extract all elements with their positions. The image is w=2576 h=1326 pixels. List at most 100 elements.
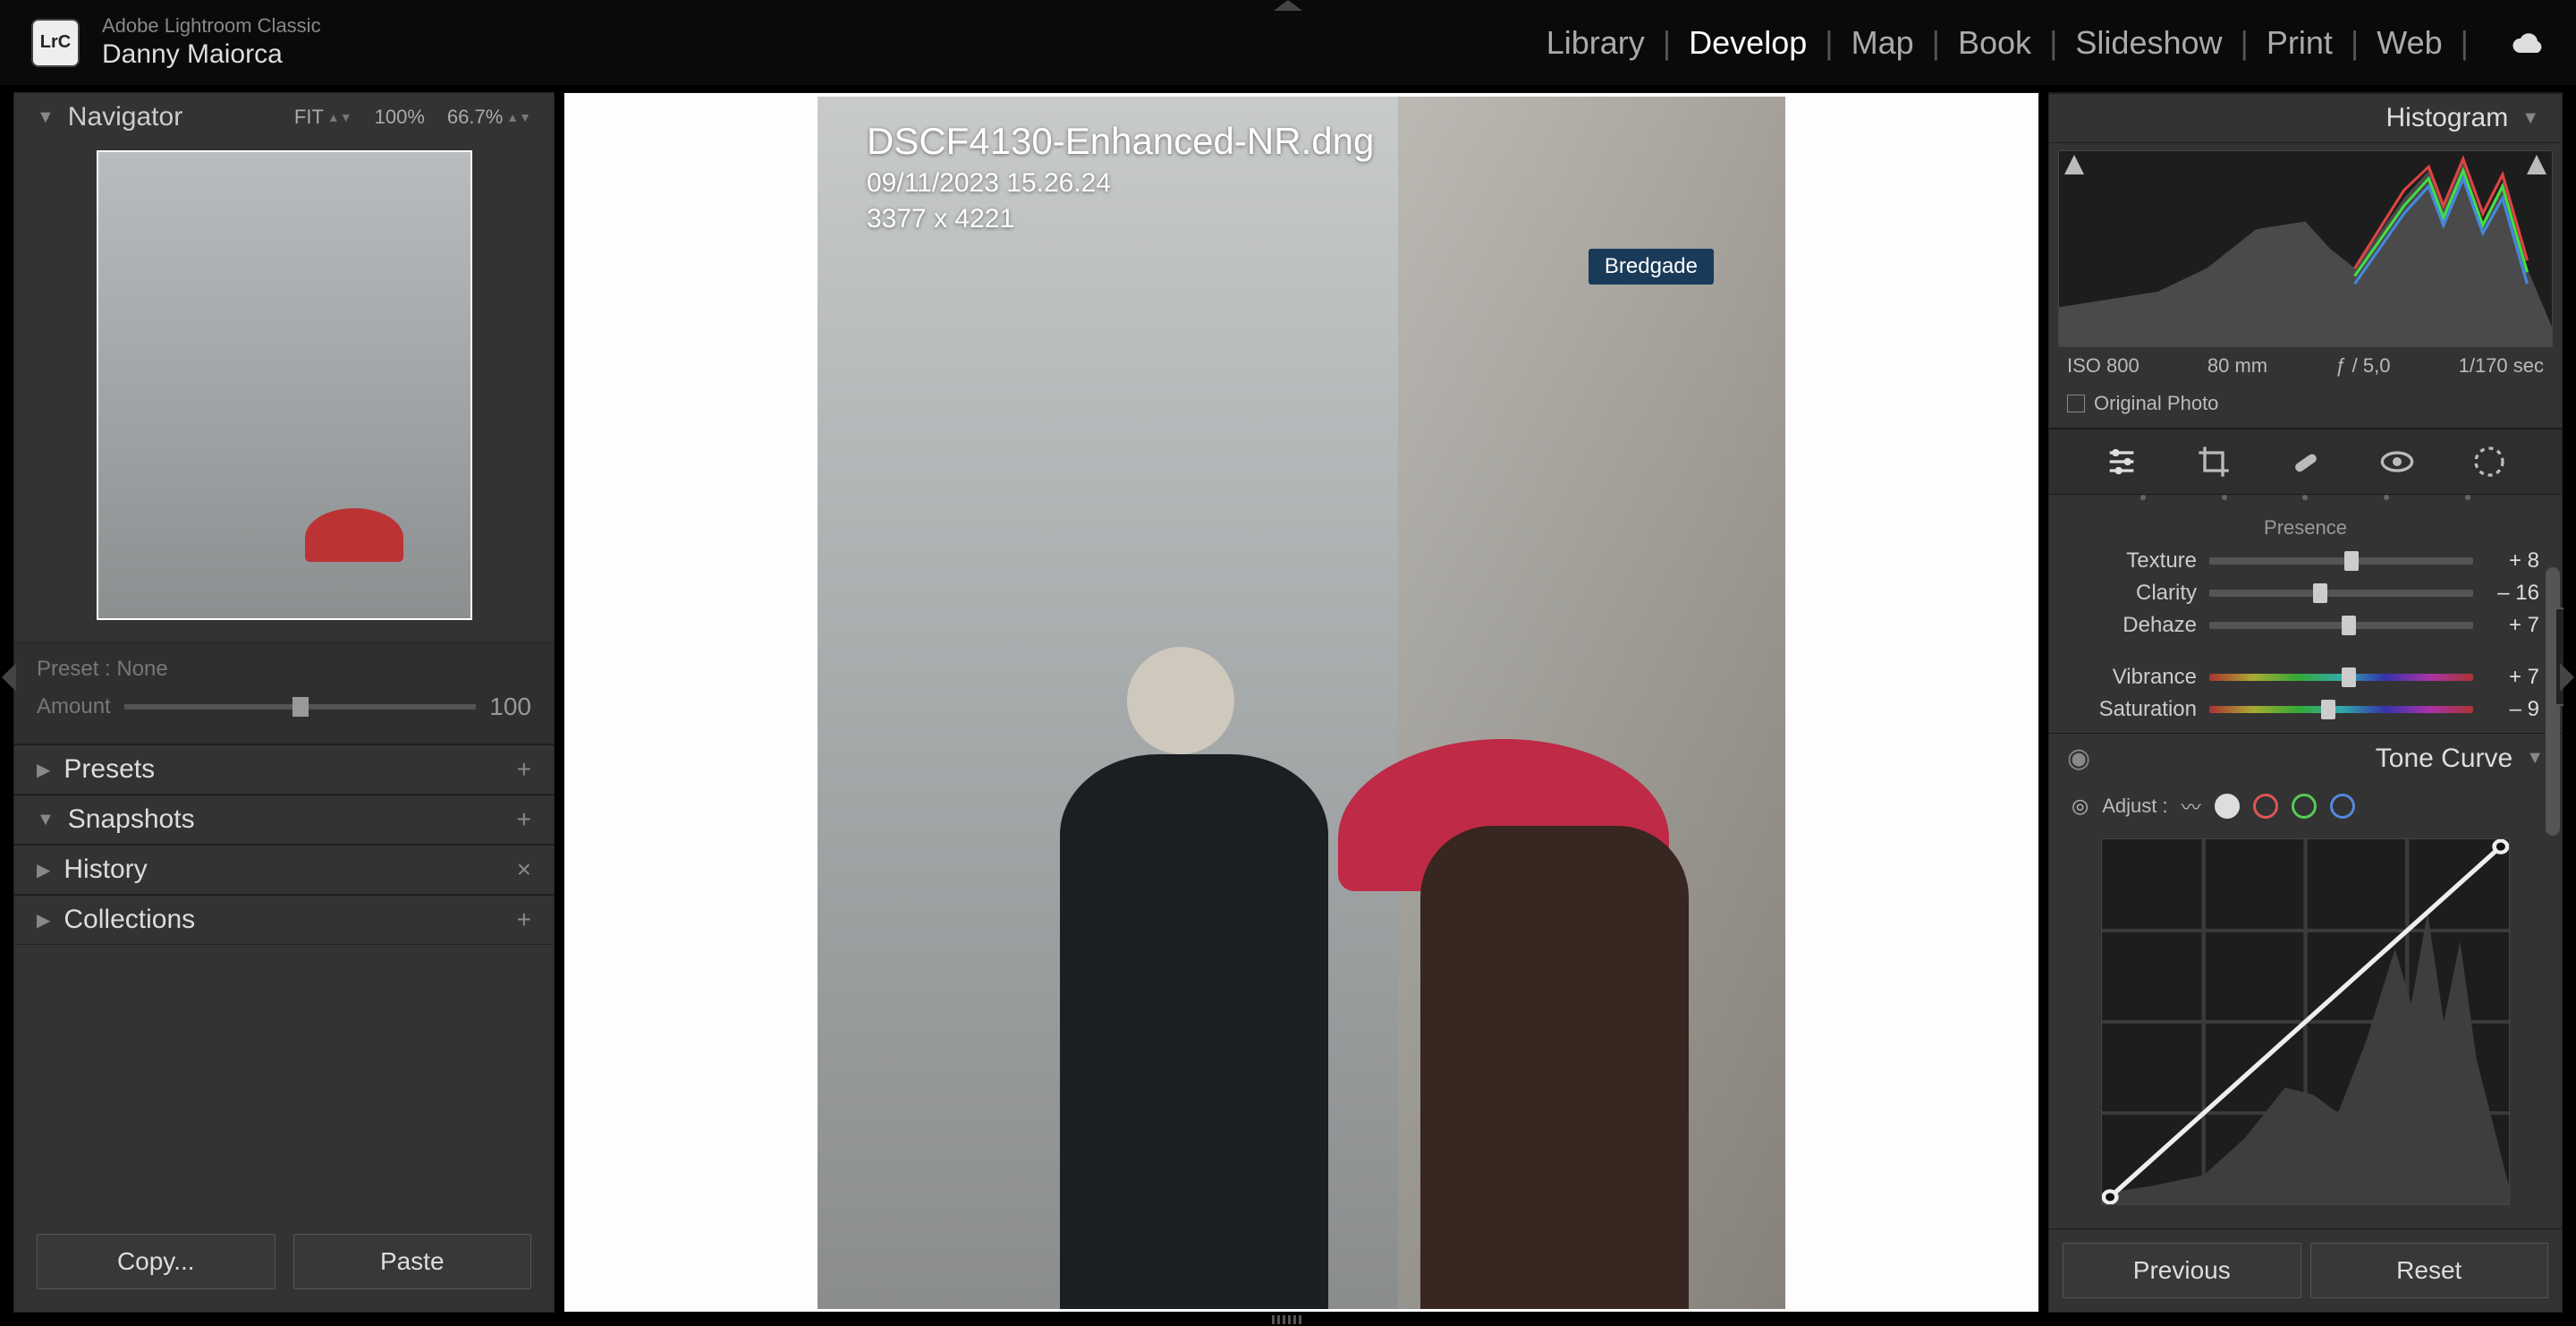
collapse-bottom-icon[interactable] <box>1272 1315 1304 1324</box>
exif-iso: ISO 800 <box>2067 354 2140 378</box>
crop-icon[interactable] <box>2196 444 2232 480</box>
slider-value[interactable]: + 7 <box>2486 613 2539 638</box>
edit-sliders-icon[interactable] <box>2104 444 2140 480</box>
collapse-top-icon[interactable] <box>1274 0 1302 11</box>
copy-button[interactable]: Copy... <box>37 1234 275 1289</box>
left-panel: ▼ Navigator FIT▲▼ 100% 66.7%▲▼ Preset : … <box>13 92 555 1313</box>
zoom-custom[interactable]: 66.7%▲▼ <box>447 106 531 129</box>
cloud-sync-icon[interactable] <box>2509 30 2545 55</box>
exif-aperture: ƒ / 5,0 <box>2335 354 2390 378</box>
collapse-left-icon[interactable] <box>2 663 16 692</box>
exif-row: ISO 800 80 mm ƒ / 5,0 1/170 sec <box>2049 347 2562 385</box>
chevron-down-icon: ▼ <box>2521 108 2539 129</box>
module-print[interactable]: Print <box>2267 24 2333 62</box>
reset-button[interactable]: Reset <box>2310 1243 2549 1298</box>
parametric-curve-icon[interactable]: 〰 <box>2182 792 2201 820</box>
module-map[interactable]: Map <box>1852 24 1914 62</box>
collections-section[interactable]: ▶ Collections + <box>14 895 554 945</box>
history-section[interactable]: ▶ History × <box>14 845 554 895</box>
chevron-right-icon: ▶ <box>37 859 50 881</box>
rgb-channel[interactable] <box>2215 794 2240 819</box>
section-label: Snapshots <box>68 804 195 835</box>
section-label: Presets <box>64 754 155 785</box>
slider-value[interactable]: + 8 <box>2486 548 2539 574</box>
original-photo-label: Original Photo <box>2094 392 2218 415</box>
module-slideshow[interactable]: Slideshow <box>2075 24 2222 62</box>
collapse-right-icon[interactable] <box>2560 663 2574 692</box>
amount-value: 100 <box>489 693 531 721</box>
image-dimensions: 3377 x 4221 <box>867 204 1374 234</box>
previous-button[interactable]: Previous <box>2063 1243 2301 1298</box>
tone-curve-header[interactable]: ◉ Tone Curve ▼ <box>2049 733 2562 783</box>
right-panel: Histogram ▼ ISO 800 80 mm ƒ / 5,0 1/170 … <box>2048 92 2563 1313</box>
street-sign-text: Bredgade <box>1589 249 1714 285</box>
slider-label: Clarity <box>2072 581 2197 606</box>
texture-slider[interactable]: Texture + 8 <box>2072 548 2539 574</box>
chevron-down-icon: ▼ <box>37 810 55 830</box>
redeye-icon[interactable] <box>2379 444 2415 480</box>
image-datetime: 09/11/2023 15.26.24 <box>867 168 1374 199</box>
slider-value[interactable]: + 7 <box>2486 665 2539 690</box>
paste-button[interactable]: Paste <box>293 1234 532 1289</box>
image-viewport[interactable]: Bredgade DSCF4130-Enhanced-NR.dng 09/11/… <box>564 92 2039 1313</box>
section-label: History <box>64 854 147 885</box>
module-library[interactable]: Library <box>1546 24 1645 62</box>
highlight-clip-icon[interactable] <box>2527 155 2546 174</box>
chevron-down-icon: ▼ <box>2526 748 2544 769</box>
slider-value[interactable]: – 16 <box>2486 581 2539 606</box>
clear-icon[interactable]: × <box>517 855 531 884</box>
snapshots-section[interactable]: ▼ Snapshots + <box>14 795 554 845</box>
slider-value[interactable]: – 9 <box>2486 697 2539 722</box>
navigator-preview[interactable] <box>97 150 472 620</box>
tone-curve-editor[interactable] <box>2101 838 2510 1205</box>
navigator-title: Navigator <box>68 102 182 132</box>
chevron-right-icon: ▶ <box>37 909 50 931</box>
slider-label: Vibrance <box>2072 665 2197 690</box>
heal-icon[interactable] <box>2287 444 2323 480</box>
histogram-display[interactable] <box>2058 150 2553 347</box>
red-channel[interactable] <box>2253 794 2278 819</box>
adjust-label: Adjust : <box>2102 795 2167 818</box>
module-switcher: Library| Develop| Map| Book| Slideshow| … <box>1546 24 2545 62</box>
shadow-clip-icon[interactable] <box>2064 155 2084 174</box>
vibrance-slider[interactable]: Vibrance + 7 <box>2072 665 2539 690</box>
user-name: Danny Maiorca <box>102 38 321 71</box>
navigator-header[interactable]: ▼ Navigator FIT▲▼ 100% 66.7%▲▼ <box>14 93 554 141</box>
chevron-right-icon: ▶ <box>37 759 50 781</box>
section-label: Collections <box>64 905 195 935</box>
tone-curve-title: Tone Curve <box>2376 744 2512 774</box>
saturation-slider[interactable]: Saturation – 9 <box>2072 697 2539 722</box>
add-icon[interactable]: + <box>517 755 531 784</box>
target-adjust-icon[interactable]: ◎ <box>2072 795 2089 818</box>
amount-label: Amount <box>37 694 111 719</box>
image-canvas: Bredgade DSCF4130-Enhanced-NR.dng 09/11/… <box>818 97 1785 1309</box>
chevron-down-icon: ▼ <box>37 107 55 128</box>
dehaze-slider[interactable]: Dehaze + 7 <box>2072 613 2539 638</box>
visibility-icon[interactable]: ◉ <box>2067 743 2090 774</box>
zoom-fit[interactable]: FIT▲▼ <box>294 106 352 129</box>
app-name: Adobe Lightroom Classic <box>102 14 321 38</box>
add-icon[interactable]: + <box>517 805 531 834</box>
tone-curve-channel-row: ◎ Adjust : 〰 <box>2049 783 2562 829</box>
module-web[interactable]: Web <box>2377 24 2442 62</box>
presence-title: Presence <box>2072 516 2539 540</box>
exif-focal: 80 mm <box>2207 354 2267 378</box>
exif-shutter: 1/170 sec <box>2459 354 2544 378</box>
amount-slider[interactable] <box>124 704 477 710</box>
blue-channel[interactable] <box>2330 794 2355 819</box>
develop-tool-strip <box>2049 429 2562 495</box>
histogram-header[interactable]: Histogram ▼ <box>2049 93 2562 143</box>
original-photo-toggle[interactable]: Original Photo <box>2049 385 2562 429</box>
checkbox-icon[interactable] <box>2067 395 2085 412</box>
mask-icon[interactable] <box>2471 444 2507 480</box>
add-icon[interactable]: + <box>517 905 531 934</box>
preset-amount-panel: Preset : None Amount 100 <box>14 642 554 744</box>
presets-section[interactable]: ▶ Presets + <box>14 744 554 795</box>
slider-label: Saturation <box>2072 697 2197 722</box>
module-develop[interactable]: Develop <box>1689 24 1807 62</box>
module-book[interactable]: Book <box>1958 24 2031 62</box>
zoom-100[interactable]: 100% <box>375 106 425 129</box>
green-channel[interactable] <box>2292 794 2317 819</box>
clarity-slider[interactable]: Clarity – 16 <box>2072 581 2539 606</box>
top-bar: LrC Adobe Lightroom Classic Danny Maiorc… <box>0 0 2576 85</box>
